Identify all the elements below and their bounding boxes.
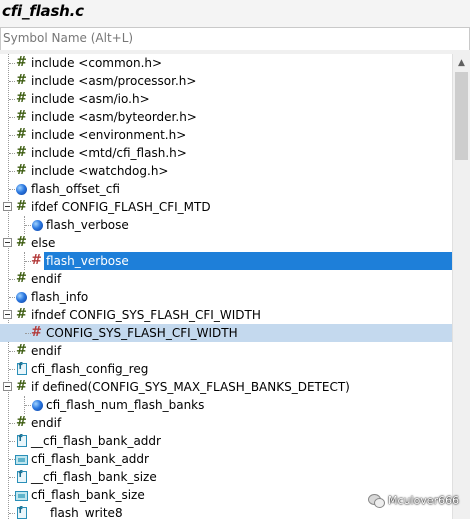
tree-row[interactable]: __cfi_flash_bank_addr bbox=[0, 432, 452, 450]
macro-hash-icon: # bbox=[16, 271, 27, 286]
macro-hash-icon: # bbox=[16, 145, 27, 160]
symbol-search-box[interactable] bbox=[0, 27, 470, 51]
collapse-icon[interactable] bbox=[3, 238, 12, 247]
tree-row[interactable]: # include <common.h> bbox=[0, 54, 452, 72]
tree-row-label: include <asm/io.h> bbox=[31, 92, 150, 106]
tree-row-label: CONFIG_SYS_FLASH_CFI_WIDTH bbox=[46, 326, 238, 340]
macro-hash-icon: # bbox=[16, 73, 27, 88]
tree-row-label: endif bbox=[31, 272, 62, 286]
tree-row-label: endif bbox=[31, 344, 62, 358]
variable-ball-icon bbox=[31, 398, 44, 411]
tree-row-label: ifndef CONFIG_SYS_FLASH_CFI_WIDTH bbox=[31, 308, 261, 322]
variable-ball-icon bbox=[15, 290, 28, 303]
collapse-icon[interactable] bbox=[3, 310, 12, 319]
tree-row-label: ifdef CONFIG_FLASH_CFI_MTD bbox=[31, 200, 211, 214]
tree-row-label: __cfi_flash_bank_size bbox=[31, 470, 157, 484]
tree-row-label: cfi_flash_bank_addr bbox=[31, 452, 149, 466]
macro-hash-icon: # bbox=[16, 91, 27, 106]
tree-row[interactable]: cfi_flash_config_reg bbox=[0, 360, 452, 378]
tree-row-label: else bbox=[31, 236, 56, 250]
function-doc-icon bbox=[15, 470, 28, 483]
symbol-tree[interactable]: # include <common.h> # include <asm/proc… bbox=[0, 54, 452, 519]
tree-row[interactable]: # bbox=[0, 252, 44, 270]
title-bar: cfi_flash.c bbox=[0, 0, 470, 28]
tree-row[interactable]: # include <environment.h> bbox=[0, 126, 452, 144]
define-hash-icon: # bbox=[31, 325, 42, 340]
tree-row[interactable]: # endif bbox=[0, 270, 452, 288]
tree-row-label: endif bbox=[31, 416, 62, 430]
collapse-icon[interactable] bbox=[3, 382, 12, 391]
wechat-logo-icon bbox=[368, 493, 385, 508]
macro-hash-icon: # bbox=[16, 109, 27, 124]
scrollbar-thumb[interactable] bbox=[455, 72, 468, 160]
scroll-up-arrow-icon[interactable]: ▲ bbox=[453, 54, 470, 71]
tree-row[interactable]: # endif bbox=[0, 414, 452, 432]
tree-row[interactable]: # if defined(CONFIG_SYS_MAX_FLASH_BANKS_… bbox=[0, 378, 452, 396]
define-hash-icon: # bbox=[31, 253, 42, 268]
watermark: Mculover666 bbox=[368, 492, 459, 508]
tree-row-label: if defined(CONFIG_SYS_MAX_FLASH_BANKS_DE… bbox=[31, 380, 350, 394]
tree-row[interactable]: # include <watchdog.h> bbox=[0, 162, 452, 180]
vertical-scrollbar[interactable]: ▲ bbox=[452, 54, 470, 519]
tree-row-label: cfi_flash_num_flash_banks bbox=[46, 398, 205, 412]
tree-row[interactable]: cfi_flash_num_flash_banks bbox=[0, 396, 452, 414]
variable-ball-icon bbox=[15, 182, 28, 195]
tree-row-label: __cfi_flash_bank_addr bbox=[31, 434, 161, 448]
function-doc-icon bbox=[15, 506, 28, 519]
tree-row-label: include <mtd/cfi_flash.h> bbox=[31, 146, 187, 160]
function-prototype-icon bbox=[15, 488, 28, 501]
function-doc-icon bbox=[15, 434, 28, 447]
tree-row[interactable]: flash_info bbox=[0, 288, 452, 306]
tree-row[interactable]: # else bbox=[0, 234, 452, 252]
tree-row[interactable]: # endif bbox=[0, 342, 452, 360]
tree-row-label: __flash_write8 bbox=[38, 506, 123, 519]
tree-row-label: include <asm/byteorder.h> bbox=[31, 110, 197, 124]
tree-row-label: cfi_flash_bank_size bbox=[31, 488, 145, 502]
window-title: cfi_flash.c bbox=[2, 2, 84, 20]
tree-row-label: include <common.h> bbox=[31, 56, 163, 70]
tree-row-highlighted[interactable]: # CONFIG_SYS_FLASH_CFI_WIDTH bbox=[0, 324, 452, 342]
tree-row-label: cfi_flash_config_reg bbox=[31, 362, 149, 376]
watermark-text: Mculover666 bbox=[388, 493, 460, 507]
tree-row-label: flash_info bbox=[31, 290, 89, 304]
tree-row[interactable]: flash_verbose bbox=[0, 216, 452, 234]
macro-hash-icon: # bbox=[16, 343, 27, 358]
tree-row[interactable]: # include <mtd/cfi_flash.h> bbox=[0, 144, 452, 162]
symbol-search-input[interactable] bbox=[1, 28, 443, 48]
macro-hash-icon: # bbox=[16, 127, 27, 142]
macro-hash-icon: # bbox=[16, 307, 27, 322]
macro-hash-icon: # bbox=[16, 55, 27, 70]
tree-row[interactable]: # ifdef CONFIG_FLASH_CFI_MTD bbox=[0, 198, 452, 216]
tree-row-label: flash_verbose bbox=[46, 218, 129, 232]
tree-row[interactable]: # ifndef CONFIG_SYS_FLASH_CFI_WIDTH bbox=[0, 306, 452, 324]
function-prototype-icon bbox=[15, 452, 28, 465]
collapse-icon[interactable] bbox=[3, 202, 12, 211]
macro-hash-icon: # bbox=[16, 415, 27, 430]
tree-row[interactable]: cfi_flash_bank_addr bbox=[0, 450, 452, 468]
tree-row[interactable]: flash_offset_cfi bbox=[0, 180, 452, 198]
tree-row[interactable]: # include <asm/io.h> bbox=[0, 90, 452, 108]
function-doc-icon bbox=[15, 362, 28, 375]
tree-row[interactable]: __cfi_flash_bank_size bbox=[0, 468, 452, 486]
macro-hash-icon: # bbox=[16, 235, 27, 250]
tree-row-label: flash_verbose bbox=[46, 254, 129, 268]
tree-row[interactable]: # include <asm/processor.h> bbox=[0, 72, 452, 90]
tree-row-label: include <environment.h> bbox=[31, 128, 187, 142]
variable-ball-icon bbox=[31, 218, 44, 231]
tree-row-label: flash_offset_cfi bbox=[31, 182, 120, 196]
tree-row-label: include <watchdog.h> bbox=[31, 164, 169, 178]
tree-row-label: include <asm/processor.h> bbox=[31, 74, 197, 88]
macro-hash-icon: # bbox=[16, 379, 27, 394]
macro-hash-icon: # bbox=[16, 199, 27, 214]
tree-row[interactable]: # include <asm/byteorder.h> bbox=[0, 108, 452, 126]
macro-hash-icon: # bbox=[16, 163, 27, 178]
